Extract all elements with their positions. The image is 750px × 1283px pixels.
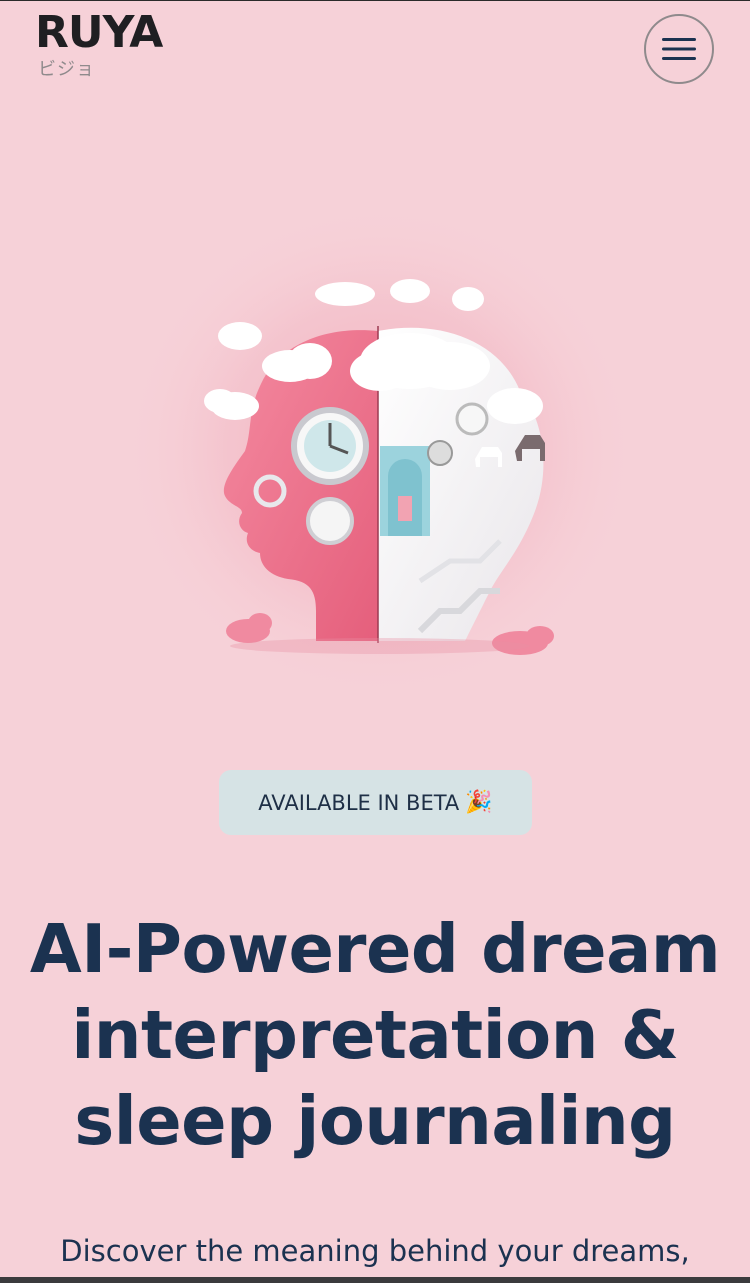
hero-subtext: Discover the meaning behind your dreams,: [60, 1234, 690, 1268]
dream-head-illustration: [120, 201, 640, 701]
hamburger-menu-icon: [662, 38, 696, 60]
logo-text: RUYA: [35, 7, 163, 58]
bottom-edge: [0, 1277, 750, 1283]
party-popper-icon: 🎉: [465, 790, 493, 815]
page-headline: AI-Powered dream interpretation & sleep …: [29, 910, 721, 1160]
page: RUYA ビジョ AVAILABLE IN BETA 🎉 AI-Powered …: [0, 0, 750, 1283]
beta-badge: AVAILABLE IN BETA 🎉: [219, 770, 532, 835]
menu-button[interactable]: [644, 14, 714, 84]
beta-badge-label: AVAILABLE IN BETA: [258, 790, 460, 815]
logo[interactable]: RUYA ビジョ: [35, 7, 163, 81]
